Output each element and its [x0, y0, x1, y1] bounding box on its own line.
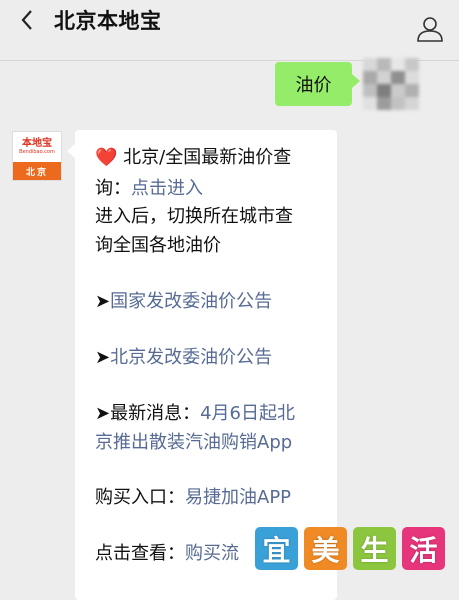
watermark-char: 活	[402, 527, 445, 570]
buy-entry-link[interactable]: 易捷加油APP	[185, 487, 291, 508]
arrow-icon: ➤	[95, 403, 111, 424]
bendibao-avatar[interactable]: 本地宝 Bendibao.com 北京	[12, 131, 62, 181]
user-avatar[interactable]	[363, 58, 419, 110]
logo-text: 本地宝	[22, 138, 52, 149]
watermark-char: 生	[353, 527, 396, 570]
sent-message-text: 油价	[295, 75, 332, 96]
news-prefix: 最新消息：	[110, 403, 201, 424]
reply-title-text: 北京/全国最新油价查	[123, 147, 292, 168]
news-link-cont[interactable]: 京推出散装汽油购销App	[95, 432, 292, 453]
chat-title: 北京本地宝	[54, 9, 162, 33]
chat-header: 北京本地宝	[0, 0, 459, 61]
reply-line-3: 进入后，切换所在城市查	[95, 206, 293, 227]
beijing-notice-link[interactable]: 北京发改委油价公告	[110, 347, 272, 368]
buy-prefix: 购买入口：	[95, 487, 185, 508]
national-notice-row: ➤国家发改委油价公告	[95, 290, 272, 314]
view-prefix: 点击查看：	[95, 543, 185, 564]
beijing-notice-row: ➤北京发改委油价公告	[95, 346, 272, 370]
logo-city: 北京	[13, 162, 61, 180]
national-notice-link[interactable]: 国家发改委油价公告	[110, 291, 272, 312]
watermark-char: 宜	[255, 527, 298, 570]
click-enter-link[interactable]: 点击进入	[131, 178, 203, 199]
buy-entry-row: 购买入口：易捷加油APP	[95, 486, 291, 510]
query-prefix: 询：	[95, 178, 131, 199]
news-link[interactable]: 4月6日起北	[200, 403, 295, 424]
news-row-2: 京推出散装汽油购销App	[95, 431, 292, 455]
reply-line-1: ❤️ 北京/全国最新油价查	[95, 146, 291, 170]
view-link[interactable]: 购买流	[185, 543, 239, 564]
reply-line-4: 询全国各地油价	[95, 235, 221, 256]
news-row-1: ➤最新消息：4月6日起北	[95, 402, 295, 426]
watermark-char: 美	[304, 527, 347, 570]
watermark: 宜 美 生 活	[255, 527, 445, 571]
arrow-icon: ➤	[95, 347, 111, 368]
bendibao-logo: 本地宝 Bendibao.com	[13, 132, 61, 162]
heart-icon: ❤️	[95, 147, 118, 168]
person-icon[interactable]	[415, 14, 445, 44]
view-row: 点击查看：购买流	[95, 542, 239, 566]
chevron-left-icon[interactable]	[16, 8, 40, 32]
sent-message-bubble[interactable]: 油价	[275, 62, 360, 106]
arrow-icon: ➤	[95, 291, 111, 312]
logo-subtext: Bendibao.com	[19, 149, 55, 155]
reply-line-2: 询：点击进入	[95, 177, 203, 201]
